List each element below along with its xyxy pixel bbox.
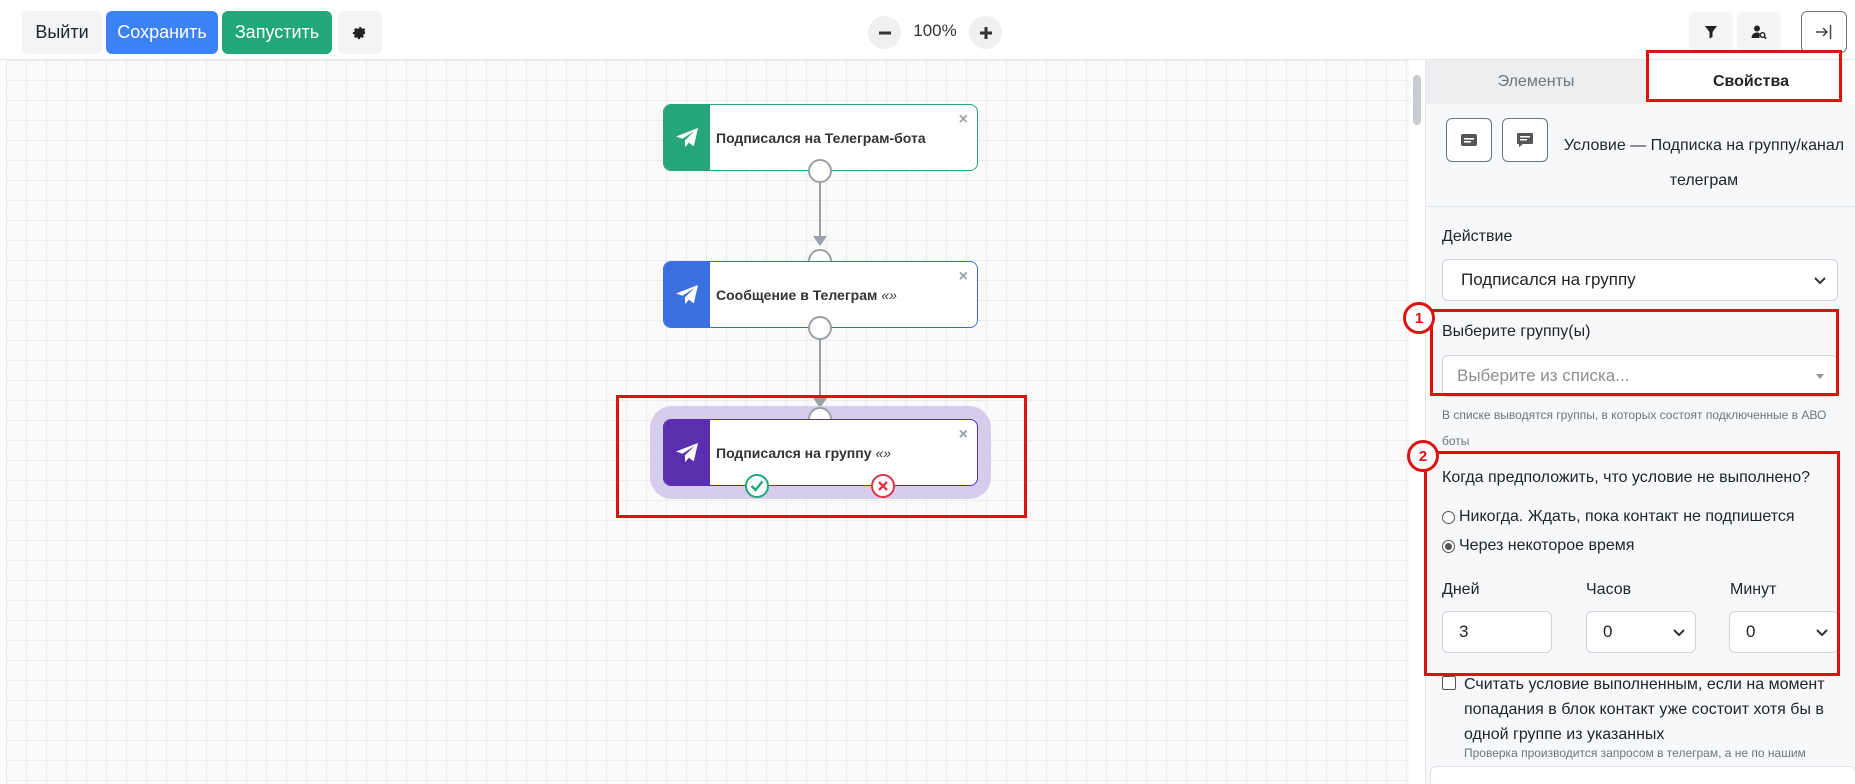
annotation-highlight-properties-tab <box>1646 50 1842 102</box>
user-search-button[interactable] <box>1737 12 1781 52</box>
top-toolbar: Выйти Сохранить Запустить 100% <box>0 0 1855 60</box>
filter-button[interactable] <box>1689 12 1733 52</box>
plus-icon <box>979 26 992 39</box>
groups-hint: В списке выводятся группы, в которых сос… <box>1442 408 1827 448</box>
node-output-port[interactable] <box>808 159 832 183</box>
node-title: Сообщение в Телеграм «» <box>716 286 897 303</box>
save-button[interactable]: Сохранить <box>106 11 218 54</box>
filter-icon <box>1705 26 1717 39</box>
close-icon[interactable]: × <box>959 111 968 129</box>
card-icon <box>1461 134 1477 146</box>
node-comment-button[interactable] <box>1502 118 1548 162</box>
already-member-hint: Проверка производится запросом в телегра… <box>1464 746 1806 760</box>
annotation-highlight-timeout <box>1424 451 1840 676</box>
run-button[interactable]: Запустить <box>222 11 332 54</box>
node-icon-bar <box>664 262 710 327</box>
exit-button[interactable]: Выйти <box>22 11 102 54</box>
already-member-label: Считать условие выполненным, если на мом… <box>1464 676 1825 743</box>
settings-button[interactable] <box>338 11 382 54</box>
canvas-scrollbar[interactable] <box>1413 75 1421 125</box>
collapse-panel-button[interactable] <box>1801 11 1847 53</box>
telegram-icon <box>676 127 698 147</box>
connector-line <box>819 182 821 237</box>
panel-divider <box>1426 206 1855 207</box>
collapse-panel-icon <box>1816 25 1832 39</box>
close-icon[interactable]: × <box>959 268 968 286</box>
action-select[interactable]: Подписался на группу <box>1442 259 1838 301</box>
already-member-checkbox[interactable] <box>1442 676 1456 690</box>
telegram-icon <box>676 284 698 304</box>
tab-elements[interactable]: Элементы <box>1426 60 1646 104</box>
annotation-highlight-node <box>616 395 1027 518</box>
action-label: Действие <box>1442 228 1513 245</box>
zoom-level: 100% <box>913 21 957 40</box>
gear-icon <box>352 26 367 39</box>
annotation-highlight-groups <box>1430 309 1839 396</box>
panel-title: Условие — Подписка на группу/канал телег… <box>1563 137 1845 189</box>
chevron-down-icon <box>1814 277 1826 285</box>
annotation-badge-2: 2 <box>1407 440 1439 472</box>
comment-icon <box>1517 133 1533 147</box>
connector-arrow <box>813 236 827 246</box>
user-search-icon <box>1751 25 1767 40</box>
node-output-port[interactable] <box>808 316 832 340</box>
node-icon-bar <box>664 105 710 170</box>
zoom-in-button[interactable] <box>969 16 1002 49</box>
annotation-badge-1: 1 <box>1403 302 1435 334</box>
connector-line <box>819 340 821 400</box>
action-select-value: Подписался на группу <box>1461 270 1636 289</box>
minus-icon <box>878 31 891 34</box>
panel-next-section <box>1430 766 1855 784</box>
zoom-out-button[interactable] <box>868 16 901 49</box>
node-card-button[interactable] <box>1446 118 1492 162</box>
